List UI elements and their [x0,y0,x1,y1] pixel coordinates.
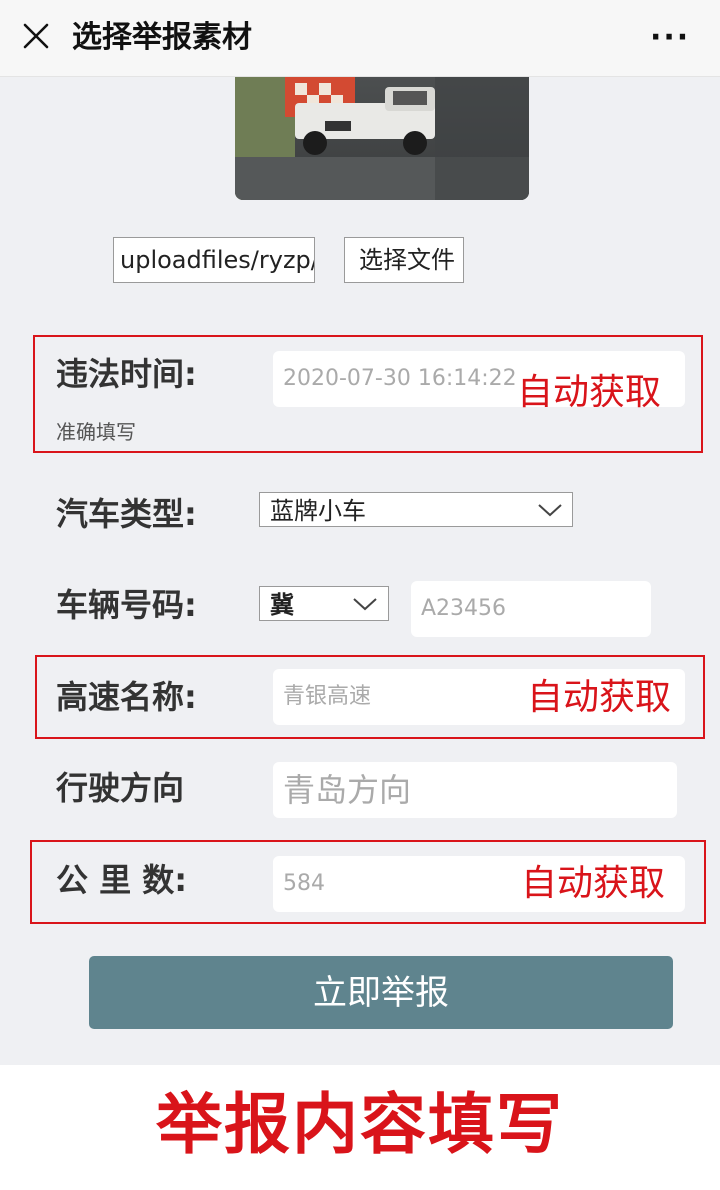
violation-time-hint: 准确填写 [56,420,136,444]
kilometer-label: 公 里 数: [56,861,188,899]
vehicle-type-label: 汽车类型: [56,495,197,533]
close-icon[interactable] [22,22,50,50]
submit-report-button[interactable]: 立即举报 [89,956,673,1029]
highway-name-label: 高速名称: [56,678,197,716]
chevron-down-icon [353,598,377,611]
uploaded-photo [235,77,529,200]
file-path-field[interactable]: uploadfiles/ryzp/2 [113,237,315,283]
auto-fill-annotation-kilometer: 自动获取 [521,863,666,904]
auto-fill-annotation-highway: 自动获取 [527,677,672,718]
vehicle-type-selected: 蓝牌小车 [270,497,366,525]
plate-number-input[interactable]: A23456 [411,581,651,637]
direction-input[interactable]: 青岛方向 [273,762,677,818]
plate-province-selected: 冀 [270,591,294,619]
vehicle-type-select[interactable]: 蓝牌小车 [259,492,573,527]
plate-province-select[interactable]: 冀 [259,586,389,621]
auto-fill-annotation-time: 自动获取 [517,372,662,413]
direction-label: 行驶方向 [56,769,185,807]
plate-number-label: 车辆号码: [56,586,197,624]
caption-title: 举报内容填写 [156,1086,564,1163]
more-options-icon[interactable]: ··· [650,20,690,55]
page-title: 选择举报素材 [72,20,252,55]
chevron-down-icon [538,504,562,517]
choose-file-button[interactable]: 选择文件 [344,237,464,283]
violation-time-label: 违法时间: [56,355,197,393]
